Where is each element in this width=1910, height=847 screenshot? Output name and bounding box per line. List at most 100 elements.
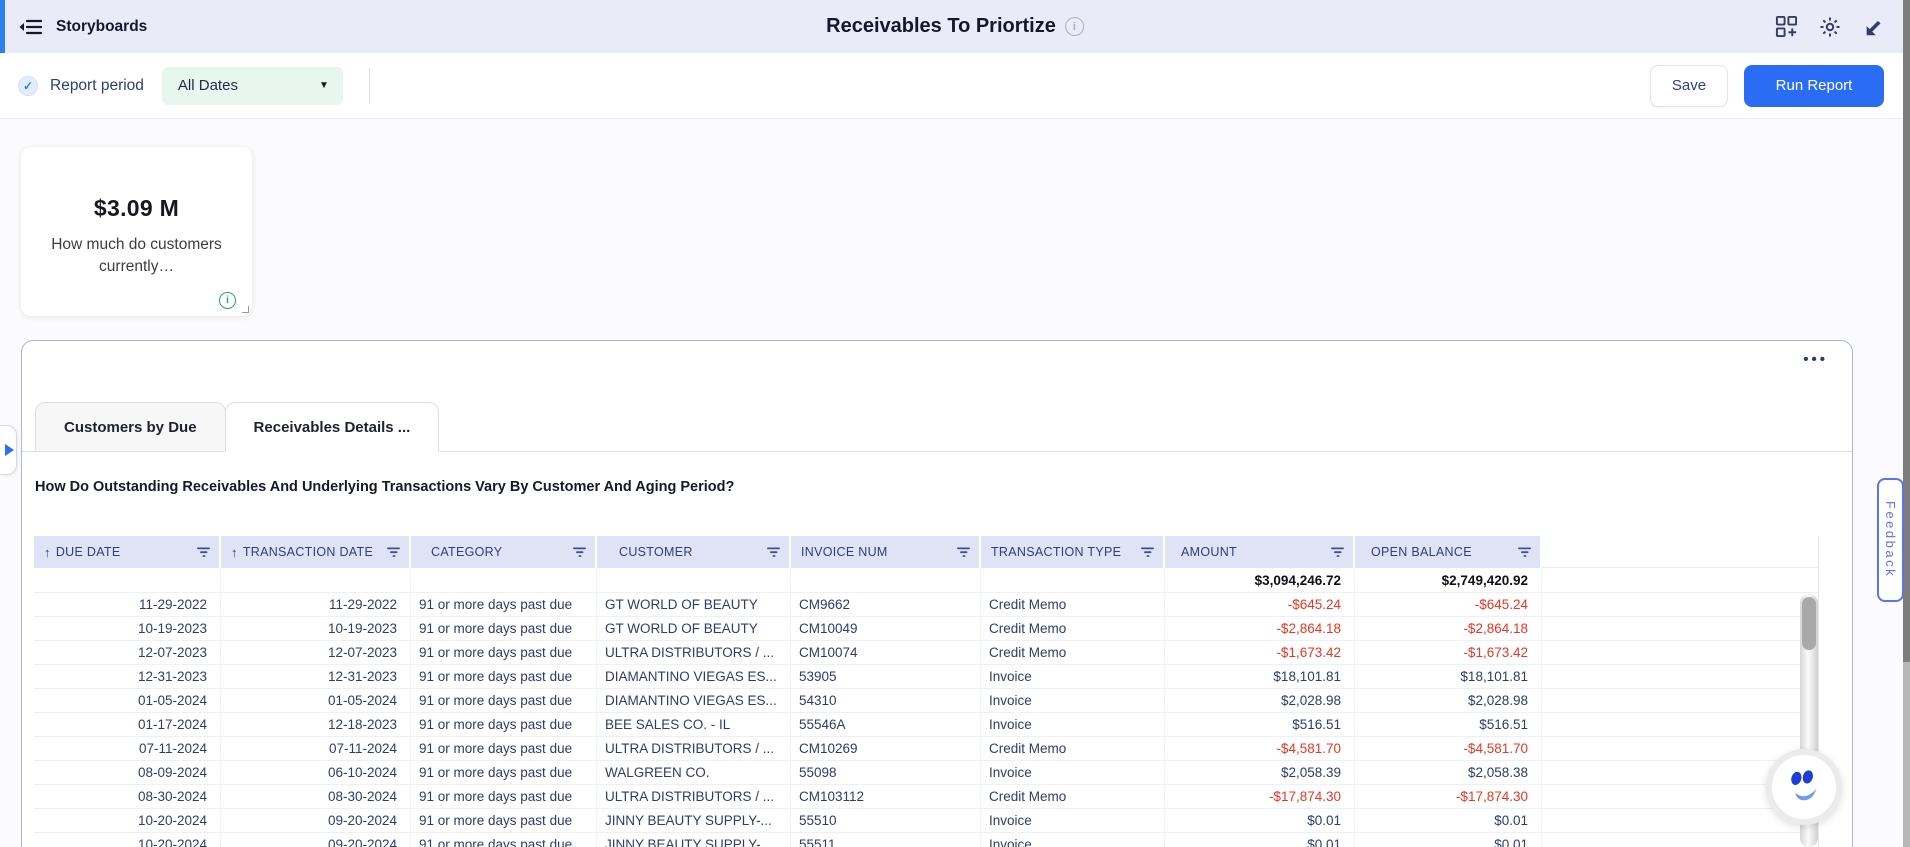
table-row[interactable]: 07-11-2024 07-11-2024 91 or more days pa…	[34, 737, 1818, 761]
settings-gear-icon[interactable]	[1818, 15, 1842, 39]
filter-icon[interactable]	[1141, 547, 1155, 558]
cell-open-balance: -$17,874.30	[1355, 785, 1542, 809]
cell-transaction-date: 09-20-2024	[221, 833, 411, 847]
header-transaction-type[interactable]: TRANSACTION TYPE	[981, 536, 1165, 568]
filter-icon[interactable]	[573, 547, 587, 558]
cell-transaction-type: Credit Memo	[981, 617, 1165, 641]
cell-empty	[1542, 713, 1818, 737]
header-category[interactable]: CATEGORY	[411, 536, 597, 568]
cell-transaction-type: Invoice	[981, 713, 1165, 737]
cell-invoice-num: CM9662	[791, 593, 981, 617]
sort-ascending-icon: ↑	[44, 545, 51, 560]
cell-category: 91 or more days past due	[411, 809, 597, 833]
cell-due-date: 11-29-2022	[34, 593, 221, 617]
save-button[interactable]: Save	[1650, 65, 1728, 107]
table-row[interactable]: 10-20-2024 09-20-2024 91 or more days pa…	[34, 833, 1818, 847]
header-amount[interactable]: AMOUNT	[1165, 536, 1355, 568]
cell-amount: $516.51	[1165, 713, 1355, 737]
cell-category: 91 or more days past due	[411, 713, 597, 737]
cell-customer: JINNY BEAUTY SUPPLY-...	[597, 809, 791, 833]
cell-amount: -$4,581.70	[1165, 737, 1355, 761]
table-body: 11-29-2022 11-29-2022 91 or more days pa…	[34, 593, 1818, 847]
collapse-menu-icon[interactable]	[16, 13, 44, 41]
filter-icon[interactable]	[1331, 547, 1345, 558]
cell-category: 91 or more days past due	[411, 785, 597, 809]
sidebar-expand-tab[interactable]	[0, 425, 17, 475]
cell-invoice-num: 55510	[791, 809, 981, 833]
kpi-resize-handle[interactable]	[242, 306, 249, 313]
tab-receivables-details[interactable]: Receivables Details ...	[225, 402, 440, 452]
cell-transaction-type: Credit Memo	[981, 593, 1165, 617]
browser-scrollbar-track[interactable]	[1903, 0, 1910, 847]
cell-amount: $0.01	[1165, 833, 1355, 847]
report-period-checkbox[interactable]: ✓	[18, 76, 38, 96]
table-row[interactable]: 10-19-2023 10-19-2023 91 or more days pa…	[34, 617, 1818, 641]
report-question-heading: How Do Outstanding Receivables And Under…	[35, 479, 734, 495]
fullscreen-expand-icon[interactable]	[1862, 15, 1886, 39]
report-period-label: Report period	[50, 77, 144, 95]
cell-invoice-num: 55546A	[791, 713, 981, 737]
assistant-logo-badge[interactable]	[1766, 749, 1842, 825]
cell-empty	[1542, 737, 1818, 761]
cell-invoice-num: 54310	[791, 689, 981, 713]
kpi-info-icon[interactable]: i	[219, 292, 236, 309]
panel-menu-button[interactable]: •••	[1803, 351, 1828, 368]
cell-transaction-date: 12-31-2023	[221, 665, 411, 689]
filter-icon[interactable]	[767, 547, 781, 558]
filter-icon[interactable]	[957, 547, 971, 558]
table-header-row: ↑ DUE DATE ↑ TRANSACTION DATE CATEGORY C…	[34, 536, 1818, 568]
filter-icon[interactable]	[197, 547, 211, 558]
report-period-value: All Dates	[178, 77, 238, 94]
table-row[interactable]: 12-31-2023 12-31-2023 91 or more days pa…	[34, 665, 1818, 689]
header-open-balance[interactable]: OPEN BALANCE	[1355, 536, 1542, 568]
cell-customer: BEE SALES CO. - IL	[597, 713, 791, 737]
top-bar: Storyboards Receivables To Priortize i	[0, 0, 1910, 53]
table-row[interactable]: 12-07-2023 12-07-2023 91 or more days pa…	[34, 641, 1818, 665]
table-row[interactable]: 08-09-2024 06-10-2024 91 or more days pa…	[34, 761, 1818, 785]
header-customer[interactable]: CUSTOMER	[597, 536, 791, 568]
cell-transaction-date: 10-19-2023	[221, 617, 411, 641]
cell-due-date: 10-19-2023	[34, 617, 221, 641]
total-open-balance: $2,749,420.92	[1355, 568, 1542, 593]
table-row[interactable]: 08-30-2024 08-30-2024 91 or more days pa…	[34, 785, 1818, 809]
title-info-icon[interactable]: i	[1065, 17, 1084, 36]
feedback-tab[interactable]: Feedback	[1877, 478, 1904, 602]
add-widget-grid-icon[interactable]	[1774, 15, 1798, 39]
run-report-button[interactable]: Run Report	[1744, 65, 1884, 107]
cell-empty	[1542, 593, 1818, 617]
cell-amount: -$2,864.18	[1165, 617, 1355, 641]
cell-transaction-type: Invoice	[981, 689, 1165, 713]
filter-icon[interactable]	[387, 547, 401, 558]
cell-due-date: 01-05-2024	[34, 689, 221, 713]
table-row[interactable]: 01-17-2024 12-18-2023 91 or more days pa…	[34, 713, 1818, 737]
table-row[interactable]: 10-20-2024 09-20-2024 91 or more days pa…	[34, 809, 1818, 833]
report-period-dropdown[interactable]: All Dates ▼	[162, 67, 343, 105]
sort-ascending-icon: ↑	[231, 545, 238, 560]
cell-category: 91 or more days past due	[411, 641, 597, 665]
table-row[interactable]: 01-05-2024 01-05-2024 91 or more days pa…	[34, 689, 1818, 713]
browser-scrollbar-thumb[interactable]	[1903, 0, 1910, 662]
kpi-value: $3.09 M	[21, 195, 252, 222]
header-transaction-date[interactable]: ↑ TRANSACTION DATE	[221, 536, 411, 568]
tab-customers-by-due[interactable]: Customers by Due	[35, 402, 226, 452]
table-scrollbar-thumb[interactable]	[1802, 597, 1816, 650]
table-row[interactable]: 11-29-2022 11-29-2022 91 or more days pa…	[34, 593, 1818, 617]
cell-transaction-date: 11-29-2022	[221, 593, 411, 617]
cell-transaction-date: 07-11-2024	[221, 737, 411, 761]
cell-open-balance: -$4,581.70	[1355, 737, 1542, 761]
feedback-label: Feedback	[1883, 501, 1898, 578]
cell-open-balance: -$1,673.42	[1355, 641, 1542, 665]
cell-transaction-type: Credit Memo	[981, 641, 1165, 665]
quotes-smile-logo-icon	[1781, 764, 1827, 810]
cell-amount: -$17,874.30	[1165, 785, 1355, 809]
filter-icon[interactable]	[1518, 547, 1532, 558]
cell-category: 91 or more days past due	[411, 617, 597, 641]
cell-open-balance: $0.01	[1355, 833, 1542, 847]
header-due-date[interactable]: ↑ DUE DATE	[34, 536, 221, 568]
cell-empty	[1542, 689, 1818, 713]
cell-amount: $0.01	[1165, 809, 1355, 833]
header-invoice-num[interactable]: INVOICE NUM	[791, 536, 981, 568]
cell-transaction-type: Invoice	[981, 761, 1165, 785]
cell-category: 91 or more days past due	[411, 689, 597, 713]
cell-empty	[1542, 833, 1818, 847]
